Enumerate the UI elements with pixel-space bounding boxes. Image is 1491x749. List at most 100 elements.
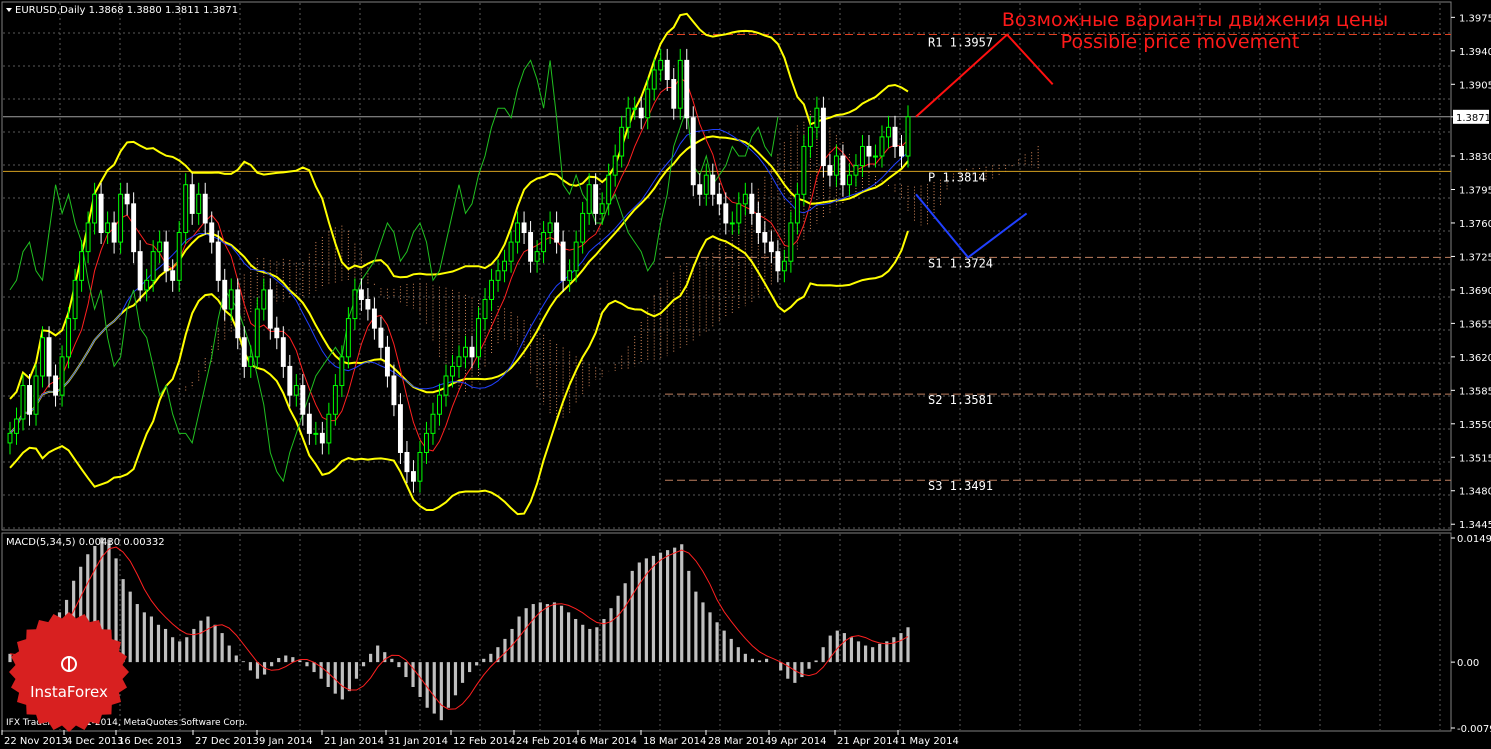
candle-body — [879, 136, 885, 157]
candle-body — [892, 126, 898, 147]
candle-body — [677, 59, 683, 109]
time-label: 18 Mar 2014 — [643, 736, 706, 747]
candle-body — [66, 318, 72, 358]
candle-body — [593, 184, 599, 214]
symbol-menu-triangle-icon[interactable] — [6, 8, 12, 12]
price-label: 1.3975 — [1459, 13, 1491, 24]
candle-body — [489, 279, 494, 300]
macd-label: -0.00794 — [1457, 724, 1491, 735]
price-chart: R1 1.3957 P 1.3814 S1 1.3724 S2 1.3581 S3 1.… — [1, 1, 1491, 747]
price-label: 1.3905 — [1459, 80, 1491, 91]
candle-body — [567, 270, 573, 281]
price-label: 1.3940 — [1459, 47, 1491, 58]
candle-body — [443, 375, 449, 396]
macd-label: 0.01496 — [1457, 534, 1491, 545]
candle-body — [248, 356, 254, 367]
candle-body — [280, 337, 286, 367]
price-label: 1.3690 — [1459, 286, 1491, 297]
candle-body — [397, 404, 403, 453]
pivot-label: P 1.3814 — [928, 170, 986, 184]
candle-body — [261, 289, 267, 310]
candle-body — [866, 145, 872, 157]
pivot-label: S3 1.3491 — [928, 479, 993, 493]
candle-body — [573, 241, 579, 272]
grid — [3, 3, 1451, 730]
candle-body — [241, 337, 247, 367]
macd-pane-frame — [1, 532, 1452, 732]
candle-body — [541, 232, 547, 253]
candle-body — [33, 375, 39, 415]
candle-body — [814, 107, 820, 128]
candle-body — [827, 165, 833, 176]
candle-body — [306, 413, 312, 434]
candle-body — [820, 107, 826, 167]
candle-body — [645, 88, 651, 119]
forecast-down-line — [915, 193, 1028, 259]
price-label: 1.3795 — [1459, 185, 1491, 196]
time-label: 9 Apr 2014 — [771, 736, 826, 747]
candle-body — [684, 59, 690, 119]
candle-body — [176, 232, 182, 281]
price-label-current: 1.3871 — [1456, 113, 1491, 124]
candle-body — [144, 279, 150, 291]
candle-body — [124, 193, 130, 205]
candle-body — [53, 375, 59, 396]
instaforex-logo: InstaForex — [9, 612, 129, 732]
candle-body — [671, 79, 677, 109]
candle-body — [463, 346, 468, 358]
price-axis: 1.3975 1.3940 1.3905 1.3871 1.3830 1.3795 1.37… — [1451, 13, 1491, 531]
candle-body — [274, 327, 280, 339]
candle-body — [781, 260, 787, 272]
candle-body — [111, 222, 117, 243]
price-label: 1.3585 — [1459, 386, 1491, 397]
time-label: 1 May 2014 — [900, 736, 959, 747]
candle-body — [46, 337, 52, 377]
candle-body — [651, 69, 657, 90]
candle-body — [658, 59, 664, 71]
candle-body — [235, 289, 241, 339]
time-label: 4 Dec 2013 — [66, 736, 124, 747]
macd-histogram — [8, 537, 910, 721]
candle-body — [293, 385, 299, 396]
candle-body — [788, 222, 794, 262]
candle-body — [326, 413, 332, 444]
time-label: 28 Mar 2014 — [708, 736, 771, 747]
candle-body — [450, 365, 455, 377]
candle-body — [762, 232, 768, 243]
candle-body — [729, 222, 735, 225]
candle-body — [859, 145, 865, 167]
candle-body — [833, 155, 839, 176]
candle-body — [131, 203, 137, 253]
candle-body — [365, 298, 371, 310]
candle-body — [528, 232, 534, 262]
candle-body — [137, 251, 143, 291]
candle-body — [638, 107, 644, 119]
time-label: 16 Dec 2013 — [118, 736, 182, 747]
candle-body — [873, 155, 878, 158]
candle-body — [886, 126, 891, 138]
candle-body — [508, 241, 514, 262]
candle-body — [215, 241, 221, 281]
candle-body — [417, 451, 423, 482]
price-label: 1.3830 — [1459, 152, 1491, 163]
candle-body — [384, 346, 390, 377]
price-label: 1.3515 — [1459, 453, 1491, 464]
candle-body — [287, 365, 293, 396]
candle-body — [547, 222, 553, 234]
candle-body — [495, 270, 501, 281]
candle-body — [716, 193, 722, 205]
candle-body — [801, 145, 807, 195]
price-label: 1.3725 — [1459, 252, 1491, 263]
candle-body — [300, 385, 306, 415]
candle-body — [92, 193, 98, 224]
candle-body — [345, 318, 351, 358]
ichimoku-cloud — [178, 108, 1039, 420]
candle-body — [456, 356, 462, 367]
logo-text: InstaForex — [30, 683, 108, 701]
macd-header: MACD(5,34,5) 0.00430 0.00332 — [6, 537, 165, 548]
pivot-label: R1 1.3957 — [928, 36, 993, 50]
candle-body — [899, 145, 904, 157]
candle-body — [586, 184, 592, 214]
price-label: 1.3480 — [1459, 487, 1491, 498]
candle-body — [469, 346, 475, 358]
